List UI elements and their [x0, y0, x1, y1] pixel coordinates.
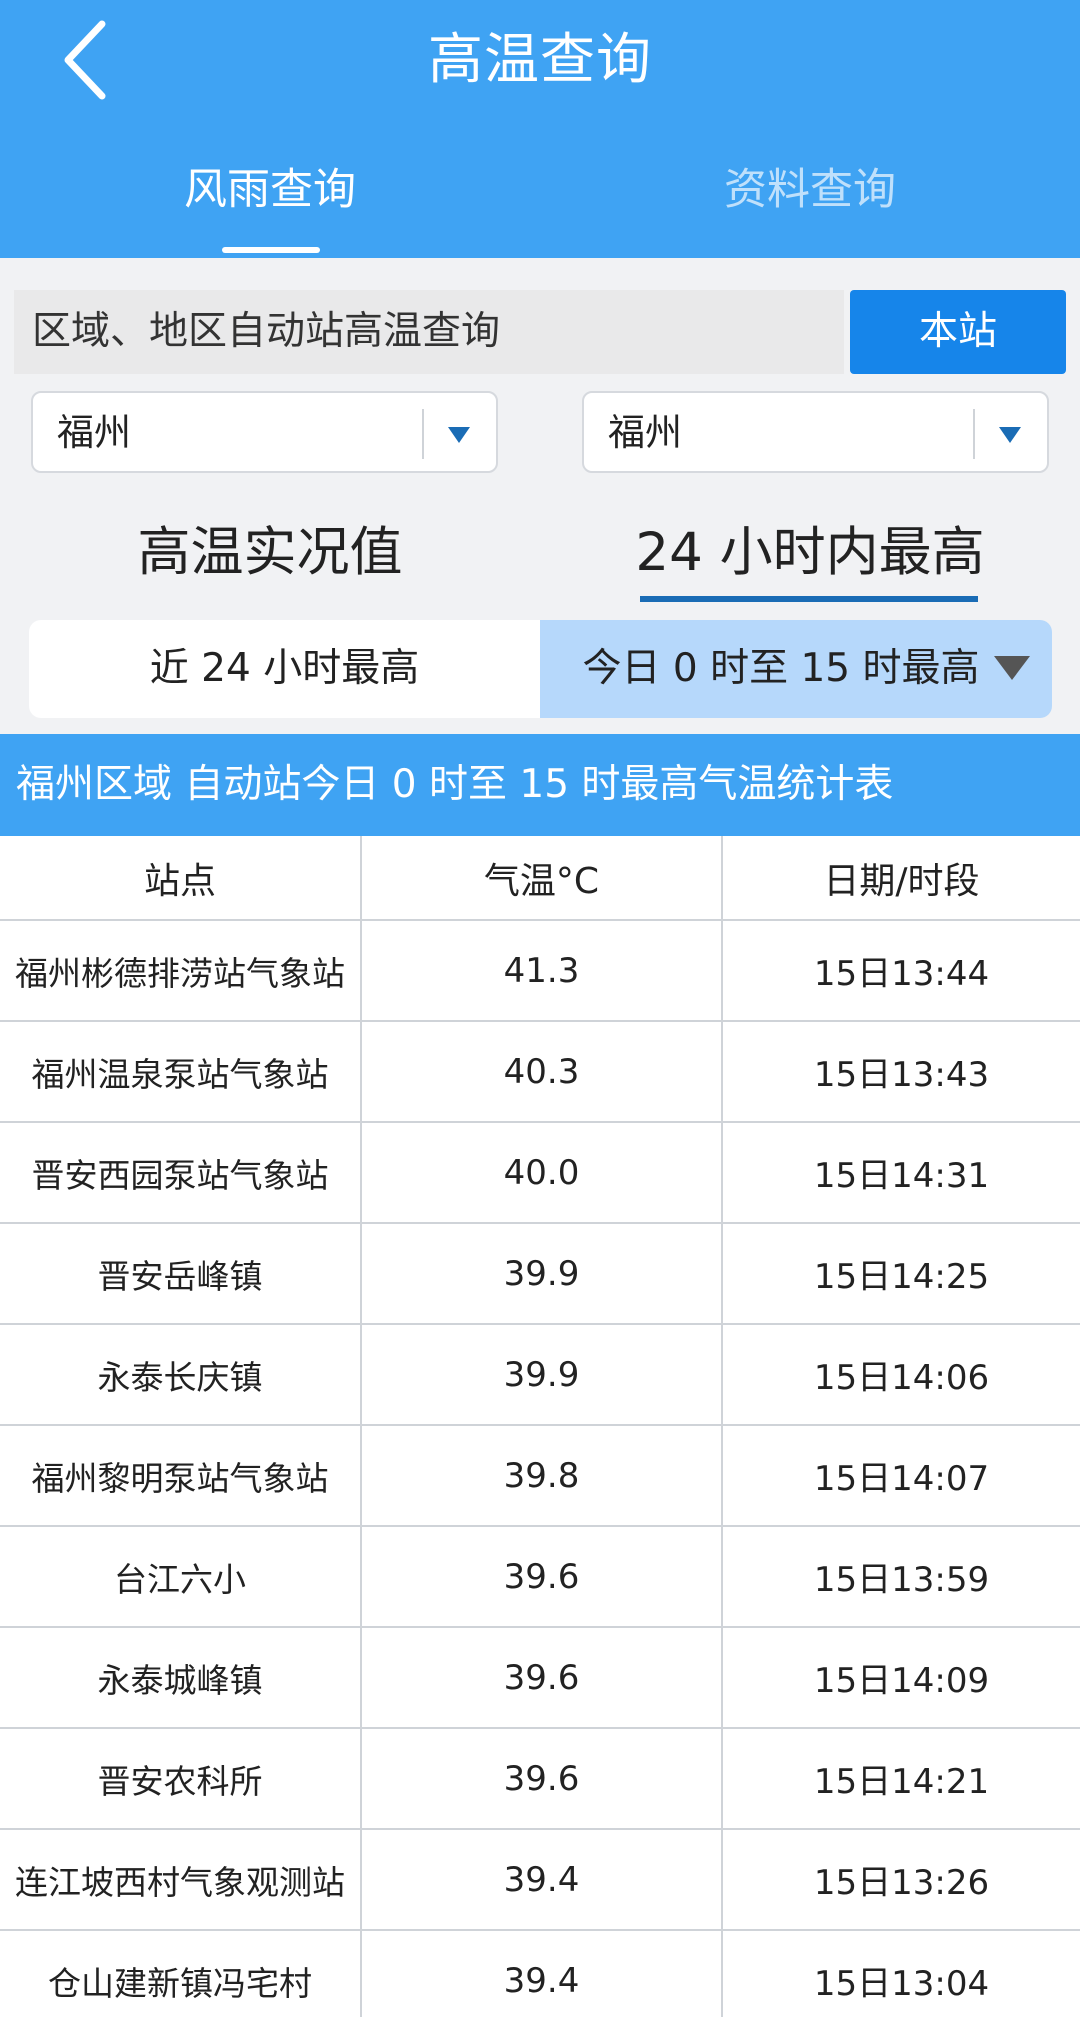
select-divider [973, 409, 975, 459]
table-row[interactable]: 台江六小 39.6 15日13:59 [0, 1525, 1080, 1628]
this-station-button[interactable]: 本站 [850, 290, 1066, 374]
mode-active-indicator [640, 596, 978, 602]
station-name: 仓山建新镇冯宅村 [0, 1929, 362, 2017]
time-value: 15日14:07 [721, 1424, 1080, 1527]
temperature-table: 站点 气温°C 日期/时段 福州彬德排涝站气象站 41.3 15日13:44 福… [0, 836, 1080, 2017]
station-name: 永泰城峰镇 [0, 1626, 362, 1729]
table-row[interactable]: 晋安西园泵站气象站 40.0 15日14:31 [0, 1121, 1080, 1224]
temperature-value: 40.0 [360, 1121, 723, 1224]
temperature-value: 41.3 [360, 919, 723, 1022]
segment-today-0-15[interactable]: 今日 0 时至 15 时最高 [540, 620, 1052, 718]
station-name: 福州温泉泵站气象站 [0, 1020, 362, 1123]
select-divider [422, 409, 424, 459]
station-name: 福州黎明泵站气象站 [0, 1424, 362, 1527]
tab-data-query[interactable]: 资料查询 [540, 155, 1080, 217]
time-value: 15日14:25 [721, 1222, 1080, 1325]
caret-down-icon [994, 656, 1030, 680]
table-row[interactable]: 福州黎明泵站气象站 39.8 15日14:07 [0, 1424, 1080, 1527]
temperature-value: 39.9 [360, 1222, 723, 1325]
temperature-value: 39.8 [360, 1424, 723, 1527]
station-name: 福州彬德排涝站气象站 [0, 919, 362, 1022]
tab-24h-max[interactable]: 24 小时内最高 [540, 510, 1080, 586]
time-value: 15日14:21 [721, 1727, 1080, 1830]
table-row[interactable]: 永泰长庆镇 39.9 15日14:06 [0, 1323, 1080, 1426]
tab-realtime-high[interactable]: 高温实况值 [0, 510, 540, 586]
query-label: 区域、地区自动站高温查询 [14, 290, 844, 374]
header-station: 站点 [0, 836, 362, 921]
segment-today-label: 今日 0 时至 15 时最高 [582, 646, 980, 691]
region-select-value: 福州 [57, 411, 131, 454]
station-name: 晋安农科所 [0, 1727, 362, 1830]
area-select[interactable]: 福州 [582, 391, 1049, 473]
temperature-value: 39.6 [360, 1727, 723, 1830]
app-header: 高温查询 风雨查询 资料查询 [0, 0, 1080, 258]
triangle-down-icon [999, 427, 1021, 443]
time-value: 15日14:09 [721, 1626, 1080, 1729]
table-title-banner: 福州区域 自动站今日 0 时至 15 时最高气温统计表 [0, 734, 1080, 836]
triangle-down-icon [448, 427, 470, 443]
area-select-value: 福州 [608, 411, 682, 454]
time-value: 15日13:04 [721, 1929, 1080, 2017]
table-row[interactable]: 福州彬德排涝站气象站 41.3 15日13:44 [0, 919, 1080, 1022]
temperature-value: 39.4 [360, 1828, 723, 1931]
temperature-value: 39.4 [360, 1929, 723, 2017]
time-value: 15日13:26 [721, 1828, 1080, 1931]
segment-last-24h[interactable]: 近 24 小时最高 [29, 620, 540, 718]
tab-active-indicator [222, 247, 320, 253]
station-name: 晋安岳峰镇 [0, 1222, 362, 1325]
time-value: 15日13:44 [721, 919, 1080, 1022]
time-value: 15日14:06 [721, 1323, 1080, 1426]
station-name: 永泰长庆镇 [0, 1323, 362, 1426]
table-row[interactable]: 永泰城峰镇 39.6 15日14:09 [0, 1626, 1080, 1729]
table-row[interactable]: 福州温泉泵站气象站 40.3 15日13:43 [0, 1020, 1080, 1123]
time-value: 15日13:59 [721, 1525, 1080, 1628]
temperature-value: 39.6 [360, 1626, 723, 1729]
region-select[interactable]: 福州 [31, 391, 498, 473]
table-row[interactable]: 仓山建新镇冯宅村 39.4 15日13:04 [0, 1929, 1080, 2017]
page-title: 高温查询 [427, 27, 652, 91]
table-row[interactable]: 晋安岳峰镇 39.9 15日14:25 [0, 1222, 1080, 1325]
temperature-value: 39.6 [360, 1525, 723, 1628]
table-row[interactable]: 连江坡西村气象观测站 39.4 15日13:26 [0, 1828, 1080, 1931]
station-name: 连江坡西村气象观测站 [0, 1828, 362, 1931]
header-datetime: 日期/时段 [721, 836, 1080, 921]
temperature-value: 40.3 [360, 1020, 723, 1123]
station-name: 晋安西园泵站气象站 [0, 1121, 362, 1224]
station-name: 台江六小 [0, 1525, 362, 1628]
time-value: 15日14:31 [721, 1121, 1080, 1224]
temperature-value: 39.9 [360, 1323, 723, 1426]
time-value: 15日13:43 [721, 1020, 1080, 1123]
table-row[interactable]: 晋安农科所 39.6 15日14:21 [0, 1727, 1080, 1830]
table-header-row: 站点 气温°C 日期/时段 [0, 836, 1080, 921]
header-temperature: 气温°C [360, 836, 723, 921]
tab-wind-rain[interactable]: 风雨查询 [0, 155, 540, 217]
